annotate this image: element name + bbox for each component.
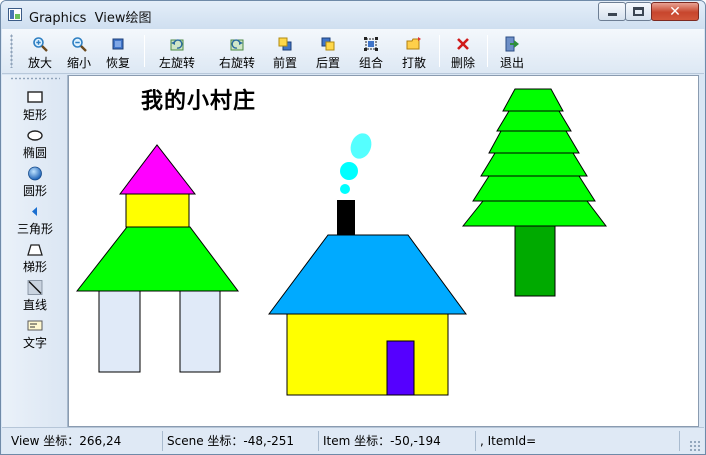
trapezoid-tool-button[interactable]: 梯形 xyxy=(6,239,64,276)
exit-icon xyxy=(505,36,519,52)
circle-icon xyxy=(28,166,42,181)
rectangle-tool-label: 矩形 xyxy=(22,108,47,122)
shape-tool-panel: 矩形 椭圆 圆形 三角形 梯形 直线 文字 xyxy=(2,75,68,427)
rotate-right-icon xyxy=(230,39,244,51)
trapezoid-tool-label: 梯形 xyxy=(22,260,47,274)
triangle-tool-label: 三角形 xyxy=(16,222,53,236)
tower-body-trapezoid[interactable] xyxy=(75,226,239,292)
ellipse-icon xyxy=(27,130,43,141)
status-divider xyxy=(679,431,680,451)
house-door[interactable] xyxy=(386,340,415,396)
toolbar-separator xyxy=(439,35,440,67)
toolbar-separator xyxy=(487,35,488,67)
circle-tool-button[interactable]: 圆形 xyxy=(6,163,64,200)
group-label: 组合 xyxy=(358,56,383,70)
view-coordinate-status: View 坐标：266,24 xyxy=(11,434,122,448)
zoom-out-button[interactable]: 缩小 xyxy=(59,33,99,71)
group-button[interactable]: 组合 xyxy=(351,33,391,71)
smoke-circle-medium[interactable] xyxy=(340,162,358,180)
tree-layer-6[interactable] xyxy=(502,88,564,112)
zoom-in-icon xyxy=(33,37,48,52)
ellipse-tool-label: 椭圆 xyxy=(22,146,47,160)
rotate-left-button[interactable]: 左旋转 xyxy=(157,33,197,71)
exit-button[interactable]: 退出 xyxy=(492,33,532,71)
tower-upper-rectangle[interactable] xyxy=(125,193,190,228)
app-icon xyxy=(8,8,22,21)
rectangle-tool-button[interactable]: 矩形 xyxy=(6,87,64,124)
rotate-right-label: 右旋转 xyxy=(218,56,255,70)
tree-layer-2[interactable] xyxy=(472,175,596,202)
tower-roof-triangle[interactable] xyxy=(118,144,197,195)
toolbar-separator xyxy=(144,35,145,67)
status-bar: View 坐标：266,24 Scene 坐标：-48,-251 Item 坐标… xyxy=(2,427,704,454)
tree-layer-3[interactable] xyxy=(480,152,588,177)
item-coordinate-status: Item 坐标：-50,-194 xyxy=(323,434,441,448)
bring-front-label: 前置 xyxy=(272,56,297,70)
bring-front-icon xyxy=(278,37,292,51)
main-window: Graphics View绘图 ✕ 放大 缩小 恢复 左旋转 右旋转 前置 后置… xyxy=(0,0,706,455)
rectangle-icon xyxy=(27,91,43,103)
send-back-button[interactable]: 后置 xyxy=(308,33,348,71)
minimize-button[interactable] xyxy=(598,2,626,21)
bring-front-button[interactable]: 前置 xyxy=(265,33,305,71)
text-tool-label: 文字 xyxy=(22,336,47,350)
ungroup-label: 打散 xyxy=(401,56,426,70)
restore-icon xyxy=(112,38,124,50)
window-title: Graphics View绘图 xyxy=(29,11,152,26)
toolbar-grip[interactable] xyxy=(10,34,13,68)
exit-label: 退出 xyxy=(499,56,524,70)
ellipse-tool-button[interactable]: 椭圆 xyxy=(6,125,64,162)
restore-button[interactable]: 恢复 xyxy=(98,33,138,71)
line-icon xyxy=(27,280,43,295)
tower-right-pillar[interactable] xyxy=(179,290,221,373)
resize-grip[interactable] xyxy=(689,440,700,451)
scene-graphics xyxy=(75,88,608,396)
rotate-left-icon xyxy=(170,39,184,51)
triangle-icon xyxy=(32,207,37,216)
group-icon xyxy=(364,37,378,51)
tree-trunk[interactable] xyxy=(514,225,556,297)
zoom-in-button[interactable]: 放大 xyxy=(20,33,60,71)
main-toolbar: 放大 缩小 恢复 左旋转 右旋转 前置 后置 组合 打散 删除 退出 xyxy=(2,29,704,74)
ungroup-icon xyxy=(406,37,421,50)
triangle-tool-button[interactable]: 三角形 xyxy=(6,201,64,238)
zoom-out-label: 缩小 xyxy=(66,56,91,70)
close-button[interactable]: ✕ xyxy=(651,2,699,21)
tower-left-pillar[interactable] xyxy=(98,290,141,373)
delete-button[interactable]: 删除 xyxy=(443,33,483,71)
restore-label: 恢复 xyxy=(105,56,130,70)
text-tool-button[interactable]: 文字 xyxy=(6,315,64,352)
send-back-label: 后置 xyxy=(315,56,340,70)
title-bar: Graphics View绘图 ✕ xyxy=(1,1,705,29)
item-id-status: , ItemId= xyxy=(480,434,537,448)
drawing-canvas[interactable]: 我的小村庄 xyxy=(68,75,699,427)
tool-panel-grip[interactable] xyxy=(10,77,60,80)
text-icon xyxy=(27,320,43,331)
tree-layer-1[interactable] xyxy=(461,200,608,227)
minimize-icon xyxy=(607,13,617,16)
smoke-circle-small[interactable] xyxy=(340,184,350,194)
close-icon: ✕ xyxy=(669,3,681,20)
zoom-in-label: 放大 xyxy=(27,56,52,70)
house-roof-trapezoid[interactable] xyxy=(268,234,467,315)
send-back-icon xyxy=(321,37,335,51)
circle-tool-label: 圆形 xyxy=(22,184,47,198)
tree-layer-5[interactable] xyxy=(496,110,572,132)
delete-label: 删除 xyxy=(450,56,475,70)
rotate-left-label: 左旋转 xyxy=(158,56,195,70)
scene-coordinate-status: Scene 坐标：-48,-251 xyxy=(167,434,295,448)
maximize-icon xyxy=(633,7,644,16)
house-chimney[interactable] xyxy=(337,200,355,235)
smoke-ellipse-large[interactable] xyxy=(347,130,375,161)
trapezoid-icon xyxy=(27,244,43,256)
ungroup-button[interactable]: 打散 xyxy=(394,33,434,71)
delete-icon xyxy=(457,38,469,50)
tree-layer-4[interactable] xyxy=(488,130,580,154)
house-wall-rectangle[interactable] xyxy=(286,313,449,396)
maximize-button[interactable] xyxy=(625,2,652,21)
line-tool-button[interactable]: 直线 xyxy=(6,277,64,314)
line-tool-label: 直线 xyxy=(22,298,47,312)
rotate-right-button[interactable]: 右旋转 xyxy=(217,33,257,71)
zoom-out-icon xyxy=(72,37,87,52)
